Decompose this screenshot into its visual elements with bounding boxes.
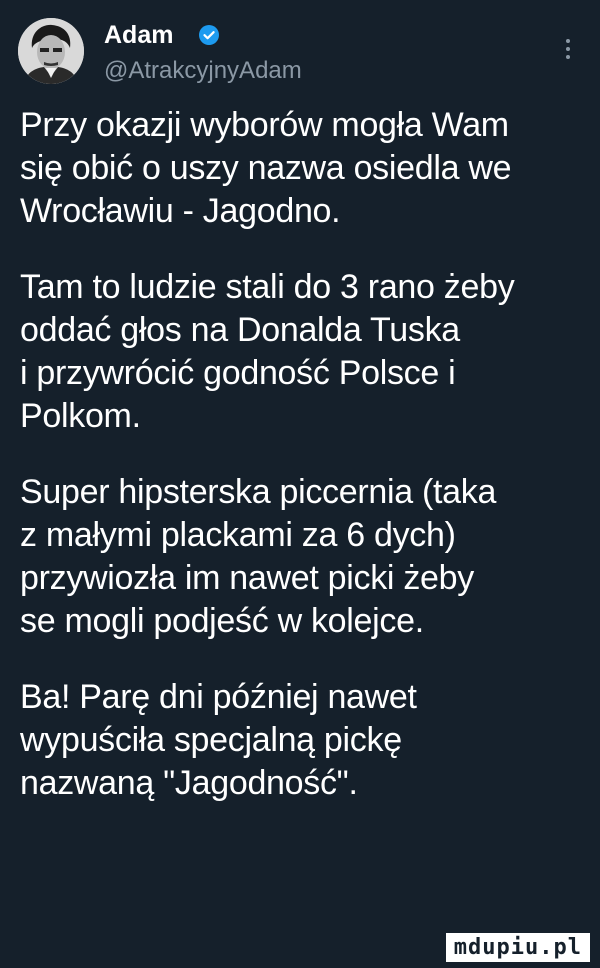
text-line: Wrocławiu - Jagodno. [20,192,341,230]
avatar[interactable] [18,18,84,84]
tweet-paragraph: Ba! Parę dni później nawet wypuściła spe… [20,676,590,805]
text-line: Polkom. [20,397,141,435]
text-line: wypuściła specjalną pickę [20,721,402,759]
text-line: się obić o uszy nazwa osiedla we [20,149,512,187]
verified-badge-icon [199,25,219,45]
display-name[interactable]: Adam [104,20,173,50]
text-line: Przy okazji wyborów mogła Wam [20,106,509,144]
tweet-text: Przy okazji wyborów mogła Wam się obić o… [20,104,590,838]
text-line: se mogli podjeść w kolejce. [20,602,424,640]
more-dot [566,39,570,43]
text-line: z małymi plackami za 6 dych) [20,516,456,554]
text-line: nazwaną "Jagodność". [20,764,358,802]
text-line: Super hipsterska piccernia (taka [20,473,497,511]
user-handle[interactable]: @AtrakcyjnyAdam [104,56,302,86]
more-dot [566,55,570,59]
more-dot [566,47,570,51]
text-line: Tam to ludzie stali do 3 rano żeby [20,268,515,306]
text-line: przywiozła im nawet picki żeby [20,559,474,597]
site-watermark: mdupiu.pl [445,933,590,962]
tweet-paragraph: Przy okazji wyborów mogła Wam się obić o… [20,104,590,233]
text-line: i przywrócić godność Polsce i [20,354,456,392]
tweet-paragraph: Tam to ludzie stali do 3 rano żeby oddać… [20,266,590,438]
text-line: Ba! Parę dni później nawet [20,678,417,716]
tweet-paragraph: Super hipsterska piccernia (taka z małym… [20,471,590,643]
tweet-header: Adam @AtrakcyjnyAdam [0,0,600,100]
text-line: oddać głos na Donalda Tuska [20,311,460,349]
avatar-photo [18,18,84,84]
more-options-icon[interactable] [556,34,580,64]
